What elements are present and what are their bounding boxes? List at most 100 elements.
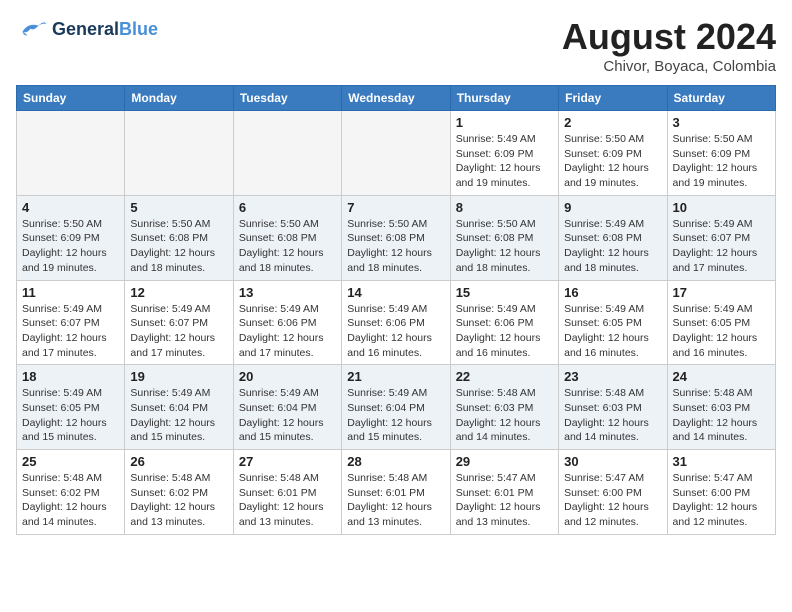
calendar-cell: 6Sunrise: 5:50 AMSunset: 6:08 PMDaylight…	[233, 195, 341, 280]
calendar-cell: 31 Sunrise: 5:47 AMSunset: 6:00 PMDayligh…	[667, 450, 775, 535]
day-info: Sunrise: 5:50 AMSunset: 6:09 PMDaylight:…	[564, 132, 661, 191]
calendar-cell: 11 Sunrise: 5:49 AMSunset: 6:07 PMDayligh…	[17, 280, 125, 365]
day-info: Sunrise: 5:47 AMSunset: 6:01 PMDaylight:…	[456, 471, 553, 530]
day-number: 10	[673, 200, 770, 215]
calendar-cell: 5Sunrise: 5:50 AMSunset: 6:08 PMDaylight…	[125, 195, 233, 280]
day-number: 6	[239, 200, 336, 215]
calendar-cell: 22Sunrise: 5:48 AMSunset: 6:03 PMDayligh…	[450, 365, 558, 450]
calendar-cell: 26 Sunrise: 5:48 AMSunset: 6:02 PMDayligh…	[125, 450, 233, 535]
day-number: 12	[130, 285, 227, 300]
calendar-cell: 7 Sunrise: 5:50 AMSunset: 6:08 PMDaylight…	[342, 195, 450, 280]
logo: GeneralBlue	[16, 16, 158, 44]
day-info: Sunrise: 5:49 AMSunset: 6:07 PMDaylight:…	[22, 302, 119, 361]
day-number: 29	[456, 454, 553, 469]
calendar-cell: 18 Sunrise: 5:49 AMSunset: 6:05 PMDayligh…	[17, 365, 125, 450]
day-info: Sunrise: 5:47 AMSunset: 6:00 PMDaylight:…	[673, 471, 770, 530]
calendar-cell	[342, 111, 450, 196]
day-number: 30	[564, 454, 661, 469]
day-info: Sunrise: 5:49 AMSunset: 6:04 PMDaylight:…	[347, 386, 444, 445]
logo-text: GeneralBlue	[52, 20, 158, 40]
day-info: Sunrise: 5:48 AMSunset: 6:02 PMDaylight:…	[22, 471, 119, 530]
day-info: Sunrise: 5:50 AMSunset: 6:09 PMDaylight:…	[22, 217, 119, 276]
calendar-cell: 12 Sunrise: 5:49 AMSunset: 6:07 PMDayligh…	[125, 280, 233, 365]
day-info: Sunrise: 5:49 AMSunset: 6:04 PMDaylight:…	[130, 386, 227, 445]
day-number: 5	[130, 200, 227, 215]
location: Chivor, Boyaca, Colombia	[562, 58, 776, 75]
day-number: 27	[239, 454, 336, 469]
day-info: Sunrise: 5:48 AMSunset: 6:01 PMDaylight:…	[239, 471, 336, 530]
day-number: 14	[347, 285, 444, 300]
calendar-week-row: 25 Sunrise: 5:48 AMSunset: 6:02 PMDayligh…	[17, 450, 776, 535]
calendar-cell: 28 Sunrise: 5:48 AMSunset: 6:01 PMDayligh…	[342, 450, 450, 535]
calendar-cell	[125, 111, 233, 196]
day-info: Sunrise: 5:49 AMSunset: 6:05 PMDaylight:…	[22, 386, 119, 445]
weekday-header-wednesday: Wednesday	[342, 86, 450, 111]
day-info: Sunrise: 5:50 AMSunset: 6:09 PMDaylight:…	[673, 132, 770, 191]
calendar-week-row: 4 Sunrise: 5:50 AMSunset: 6:09 PMDaylight…	[17, 195, 776, 280]
day-info: Sunrise: 5:49 AMSunset: 6:09 PMDaylight:…	[456, 132, 553, 191]
day-number: 20	[239, 369, 336, 384]
day-number: 4	[22, 200, 119, 215]
calendar-cell: 29 Sunrise: 5:47 AMSunset: 6:01 PMDayligh…	[450, 450, 558, 535]
weekday-header-thursday: Thursday	[450, 86, 558, 111]
page-header: GeneralBlue August 2024 Chivor, Boyaca, …	[16, 16, 776, 75]
day-info: Sunrise: 5:49 AMSunset: 6:08 PMDaylight:…	[564, 217, 661, 276]
day-info: Sunrise: 5:49 AMSunset: 6:06 PMDaylight:…	[456, 302, 553, 361]
title-block: August 2024 Chivor, Boyaca, Colombia	[562, 16, 776, 75]
day-info: Sunrise: 5:48 AMSunset: 6:01 PMDaylight:…	[347, 471, 444, 530]
day-number: 2	[564, 115, 661, 130]
day-number: 23	[564, 369, 661, 384]
day-number: 26	[130, 454, 227, 469]
calendar-cell: 9 Sunrise: 5:49 AMSunset: 6:08 PMDaylight…	[559, 195, 667, 280]
calendar-table: SundayMondayTuesdayWednesdayThursdayFrid…	[16, 85, 776, 535]
calendar-cell: 8 Sunrise: 5:50 AMSunset: 6:08 PMDaylight…	[450, 195, 558, 280]
day-number: 3	[673, 115, 770, 130]
day-number: 18	[22, 369, 119, 384]
day-info: Sunrise: 5:49 AMSunset: 6:04 PMDaylight:…	[239, 386, 336, 445]
calendar-cell: 10 Sunrise: 5:49 AMSunset: 6:07 PMDayligh…	[667, 195, 775, 280]
calendar-cell: 21 Sunrise: 5:49 AMSunset: 6:04 PMDayligh…	[342, 365, 450, 450]
calendar-cell: 15 Sunrise: 5:49 AMSunset: 6:06 PMDayligh…	[450, 280, 558, 365]
day-number: 21	[347, 369, 444, 384]
calendar-cell: 14 Sunrise: 5:49 AMSunset: 6:06 PMDayligh…	[342, 280, 450, 365]
calendar-cell: 2 Sunrise: 5:50 AMSunset: 6:09 PMDaylight…	[559, 111, 667, 196]
calendar-cell: 16 Sunrise: 5:49 AMSunset: 6:05 PMDayligh…	[559, 280, 667, 365]
day-info: Sunrise: 5:49 AMSunset: 6:07 PMDaylight:…	[130, 302, 227, 361]
day-number: 7	[347, 200, 444, 215]
day-number: 28	[347, 454, 444, 469]
day-number: 16	[564, 285, 661, 300]
day-number: 22	[456, 369, 553, 384]
day-number: 17	[673, 285, 770, 300]
calendar-cell: 17Sunrise: 5:49 AMSunset: 6:05 PMDayligh…	[667, 280, 775, 365]
day-number: 8	[456, 200, 553, 215]
calendar-cell	[233, 111, 341, 196]
day-info: Sunrise: 5:50 AMSunset: 6:08 PMDaylight:…	[347, 217, 444, 276]
day-info: Sunrise: 5:49 AMSunset: 6:07 PMDaylight:…	[673, 217, 770, 276]
day-number: 24	[673, 369, 770, 384]
calendar-cell: 19 Sunrise: 5:49 AMSunset: 6:04 PMDayligh…	[125, 365, 233, 450]
day-number: 19	[130, 369, 227, 384]
day-info: Sunrise: 5:49 AMSunset: 6:05 PMDaylight:…	[564, 302, 661, 361]
day-info: Sunrise: 5:49 AMSunset: 6:06 PMDaylight:…	[347, 302, 444, 361]
calendar-cell	[17, 111, 125, 196]
logo-icon	[16, 16, 48, 44]
day-number: 25	[22, 454, 119, 469]
calendar-cell: 24 Sunrise: 5:48 AMSunset: 6:03 PMDayligh…	[667, 365, 775, 450]
calendar-cell: 27 Sunrise: 5:48 AMSunset: 6:01 PMDayligh…	[233, 450, 341, 535]
weekday-header-saturday: Saturday	[667, 86, 775, 111]
day-info: Sunrise: 5:50 AMSunset: 6:08 PMDaylight:…	[456, 217, 553, 276]
weekday-header-row: SundayMondayTuesdayWednesdayThursdayFrid…	[17, 86, 776, 111]
day-info: Sunrise: 5:49 AMSunset: 6:06 PMDaylight:…	[239, 302, 336, 361]
calendar-cell: 13 Sunrise: 5:49 AMSunset: 6:06 PMDayligh…	[233, 280, 341, 365]
weekday-header-sunday: Sunday	[17, 86, 125, 111]
day-info: Sunrise: 5:48 AMSunset: 6:03 PMDaylight:…	[673, 386, 770, 445]
day-number: 15	[456, 285, 553, 300]
calendar-cell: 4 Sunrise: 5:50 AMSunset: 6:09 PMDaylight…	[17, 195, 125, 280]
day-number: 31	[673, 454, 770, 469]
day-number: 11	[22, 285, 119, 300]
day-number: 13	[239, 285, 336, 300]
day-info: Sunrise: 5:48 AMSunset: 6:02 PMDaylight:…	[130, 471, 227, 530]
day-number: 9	[564, 200, 661, 215]
calendar-cell: 30Sunrise: 5:47 AMSunset: 6:00 PMDayligh…	[559, 450, 667, 535]
calendar-cell: 1Sunrise: 5:49 AMSunset: 6:09 PMDaylight…	[450, 111, 558, 196]
